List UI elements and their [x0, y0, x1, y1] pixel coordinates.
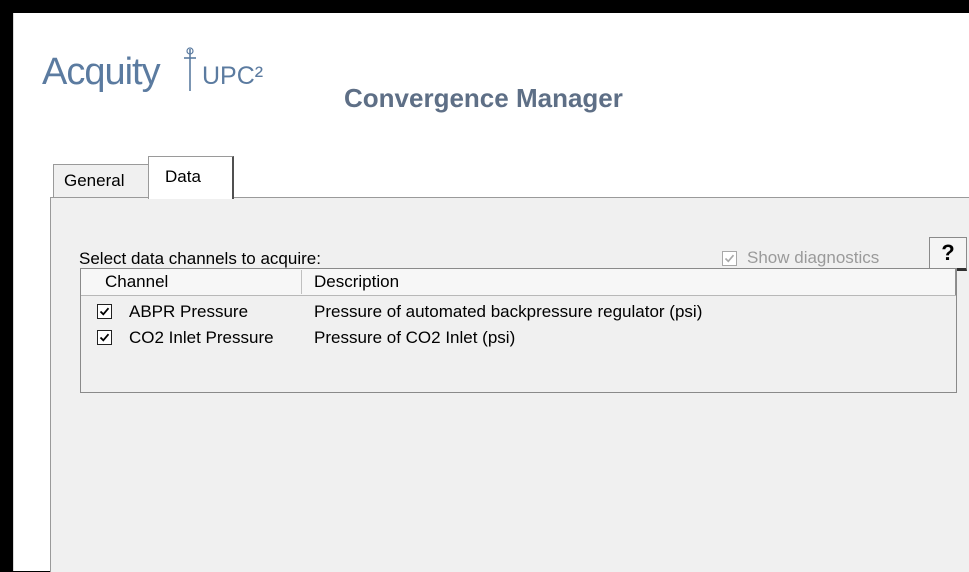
channels-list: Channel Description ABPR Pressure Pressu… — [80, 268, 957, 393]
show-diagnostics-checkbox[interactable]: Show diagnostics — [722, 247, 879, 269]
checkmark-icon — [99, 333, 110, 342]
select-channels-label: Select data channels to acquire: — [79, 249, 321, 268]
window: Acquity UPC² Convergence Manager General… — [13, 13, 969, 572]
channel-name: ABPR Pressure — [129, 302, 249, 321]
column-header-channel[interactable]: Channel — [105, 272, 168, 292]
logo-suffix-text: UPC² — [202, 62, 264, 90]
logo-brand-text: Acquity — [42, 51, 161, 93]
tab-general[interactable]: General — [53, 164, 150, 198]
checkmark-icon — [99, 307, 110, 316]
list-item[interactable]: ABPR Pressure Pressure of automated back… — [81, 299, 956, 325]
channel-checkbox[interactable] — [97, 330, 112, 345]
list-item[interactable]: CO2 Inlet Pressure Pressure of CO2 Inlet… — [81, 325, 956, 351]
checkbox-checked-icon — [722, 250, 737, 266]
column-separator[interactable] — [301, 270, 302, 294]
header-end-divider — [955, 269, 956, 295]
channel-description: Pressure of automated backpressure regul… — [314, 302, 703, 321]
channel-checkbox[interactable] — [97, 304, 112, 319]
channel-description: Pressure of CO2 Inlet (psi) — [314, 328, 516, 347]
tab-data[interactable]: Data — [148, 156, 234, 199]
list-header: Channel Description — [81, 269, 956, 296]
column-header-description[interactable]: Description — [314, 272, 399, 292]
logo-cross-icon — [184, 47, 196, 91]
help-button[interactable]: ? — [929, 237, 967, 271]
app-title: Convergence Manager — [344, 83, 623, 113]
channel-name: CO2 Inlet Pressure — [129, 328, 274, 347]
show-diagnostics-label: Show diagnostics — [747, 248, 880, 267]
